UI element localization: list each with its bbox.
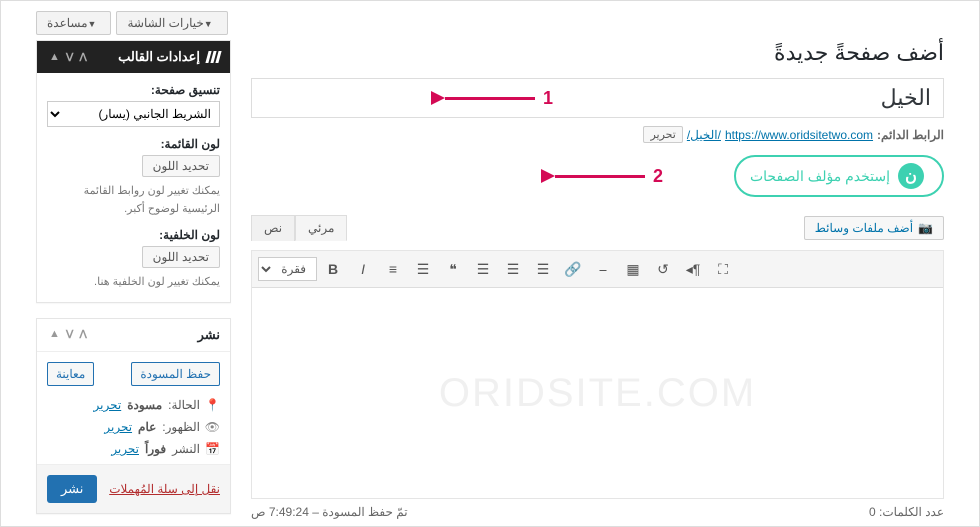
box-toggle-icon[interactable]: ▲ bbox=[47, 51, 62, 64]
media-icon: 📷 bbox=[918, 221, 933, 235]
pin-icon: 📍 bbox=[206, 398, 220, 412]
help-button[interactable]: ▼مساعدة bbox=[36, 11, 111, 35]
edit-status-link[interactable]: تحرير bbox=[94, 398, 122, 412]
bg-color-hint: يمكنك تغيير لون الخلفية هنا. bbox=[47, 274, 220, 292]
builder-logo-icon: ن bbox=[898, 163, 924, 189]
permalink-slug-link[interactable]: /الخيل/ bbox=[687, 128, 721, 142]
annotation-arrow-1: 1 bbox=[431, 88, 553, 109]
bg-color-label: لون الخلفية: bbox=[47, 228, 220, 242]
pilcrow-icon[interactable]: ¶◂ bbox=[679, 255, 707, 283]
watermark-text: ORIDSITE.COM bbox=[439, 371, 756, 416]
autosave-status: تمّ حفظ المسودة – 7:49:24 ص bbox=[251, 505, 408, 519]
page-heading: أضف صفحةً جديدةً bbox=[251, 40, 944, 66]
annotation-arrow-2: 2 bbox=[541, 166, 663, 187]
edit-permalink-button[interactable]: تحرير bbox=[643, 126, 682, 143]
publish-box: نشر ᐱᐯ▲ حفظ المسودة معاينة 📍الحالة: مسود… bbox=[36, 318, 231, 514]
menu-color-button[interactable]: تحديد اللون bbox=[142, 155, 220, 177]
box-up-icon[interactable]: ᐱ bbox=[77, 51, 89, 64]
permalink-base-link[interactable]: https://www.oridsitetwo.com bbox=[725, 128, 873, 142]
menu-color-hint: يمكنك تغيير لون روابط القائمة الرئيسية ل… bbox=[47, 183, 220, 218]
bold-icon[interactable]: B bbox=[319, 255, 347, 283]
fullscreen-icon[interactable]: ⛶ bbox=[709, 255, 737, 283]
box-up-icon[interactable]: ᐱ bbox=[77, 328, 89, 341]
screen-options-button[interactable]: ▼خيارات الشاشة bbox=[116, 11, 227, 35]
numbered-list-icon[interactable]: ☰ bbox=[409, 255, 437, 283]
box-down-icon[interactable]: ᐯ bbox=[64, 328, 76, 341]
save-draft-button[interactable]: حفظ المسودة bbox=[131, 362, 220, 386]
bullet-list-icon[interactable]: ≡ bbox=[379, 255, 407, 283]
readmore-icon[interactable]: ⎯ bbox=[589, 255, 617, 283]
revisions-icon[interactable]: ↺ bbox=[649, 255, 677, 283]
bg-color-button[interactable]: تحديد اللون bbox=[142, 246, 220, 268]
italic-icon[interactable]: I bbox=[349, 255, 377, 283]
add-media-button[interactable]: 📷 أضف ملفات وسائط bbox=[804, 216, 944, 240]
theme-bars-icon bbox=[206, 51, 220, 63]
editor-toolbar: فقرة B I ≡ ☰ ❝ ☰ ☰ ☰ 🔗 ⎯ ▦ ↺ ¶◂ ⛶ bbox=[252, 251, 943, 288]
menu-color-label: لون القائمة: bbox=[47, 137, 220, 151]
calendar-icon: 📅 bbox=[206, 442, 220, 456]
word-count: عدد الكلمات: 0 bbox=[869, 505, 944, 519]
page-title-input[interactable] bbox=[251, 78, 944, 118]
editor-canvas[interactable]: ORIDSITE.COM bbox=[252, 288, 943, 498]
paragraph-select[interactable]: فقرة bbox=[258, 257, 317, 281]
box-down-icon[interactable]: ᐯ bbox=[64, 51, 76, 64]
move-to-trash-link[interactable]: نقل إلى سلة المُهملات bbox=[109, 482, 220, 496]
toolbar-toggle-icon[interactable]: ▦ bbox=[619, 255, 647, 283]
preview-button[interactable]: معاينة bbox=[47, 362, 94, 386]
layout-label: تنسيق صفحة: bbox=[47, 83, 220, 97]
box-toggle-icon[interactable]: ▲ bbox=[47, 328, 62, 341]
align-left-icon[interactable]: ☰ bbox=[529, 255, 557, 283]
align-right-icon[interactable]: ☰ bbox=[469, 255, 497, 283]
align-center-icon[interactable]: ☰ bbox=[499, 255, 527, 283]
page-builder-button[interactable]: ن إستخدم مؤلف الصفحات bbox=[734, 155, 944, 197]
edit-visibility-link[interactable]: تحرير bbox=[104, 420, 132, 434]
tab-visual[interactable]: مرئي bbox=[295, 215, 347, 241]
edit-schedule-link[interactable]: تحرير bbox=[111, 442, 139, 456]
link-icon[interactable]: 🔗 bbox=[559, 255, 587, 283]
layout-select[interactable]: الشريط الجانبي (يسار) bbox=[47, 101, 220, 127]
publish-button[interactable]: نشر bbox=[47, 475, 97, 503]
theme-settings-box: إعدادات القالب ᐱᐯ▲ تنسيق صفحة: الشريط ال… bbox=[36, 40, 231, 303]
quote-icon[interactable]: ❝ bbox=[439, 255, 467, 283]
eye-icon: 👁 bbox=[206, 420, 220, 434]
tab-text[interactable]: نص bbox=[251, 215, 295, 241]
permalink-row: الرابط الدائم: https://www.oridsitetwo.c… bbox=[251, 126, 944, 143]
